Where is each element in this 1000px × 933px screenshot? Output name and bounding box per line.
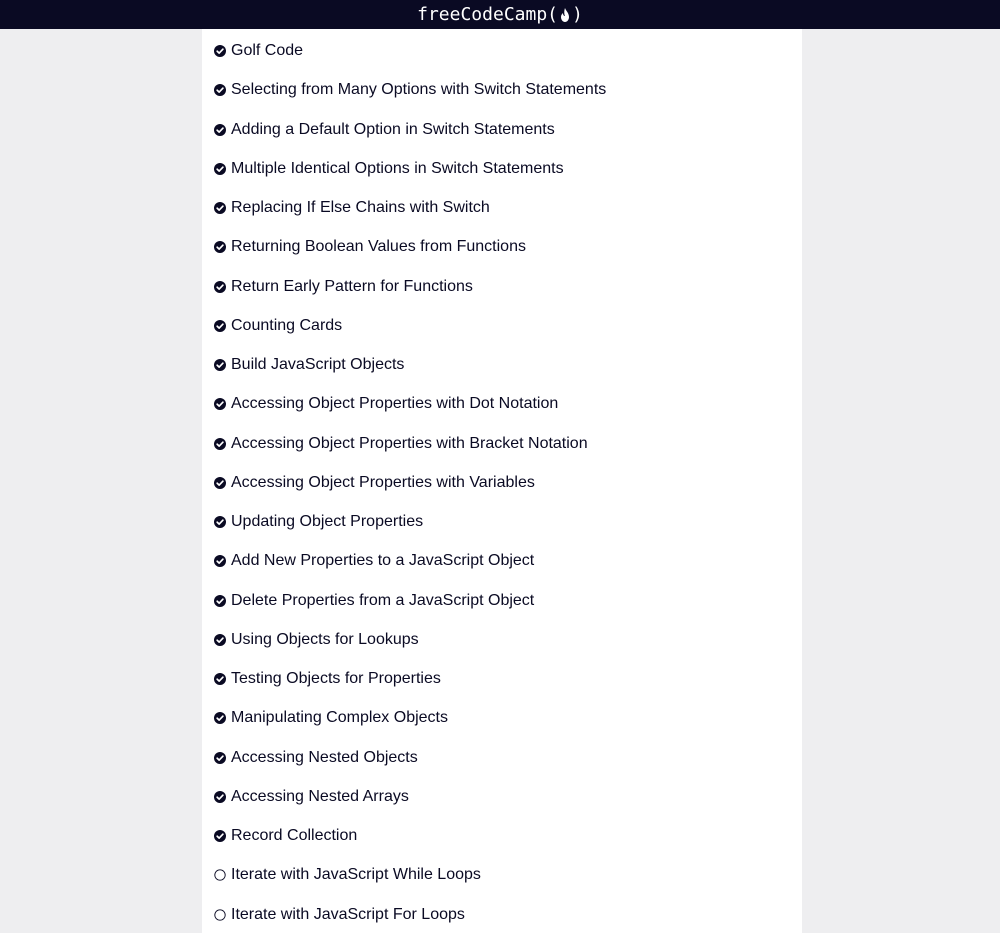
challenge-item[interactable]: Replacing If Else Chains with Switch bbox=[214, 196, 490, 220]
challenge-item[interactable]: Counting Cards bbox=[214, 314, 342, 338]
logo-text-left: freeCodeCamp( bbox=[417, 4, 559, 25]
challenge-item[interactable]: Accessing Object Properties with Dot Not… bbox=[214, 392, 558, 416]
challenge-title: Accessing Object Properties with Dot Not… bbox=[231, 395, 559, 412]
challenge-title: Accessing Nested Objects bbox=[231, 749, 418, 766]
check-circle-icon bbox=[214, 281, 226, 293]
challenge-title: Adding a Default Option in Switch Statem… bbox=[231, 121, 555, 138]
challenge-item[interactable]: Accessing Object Properties with Variabl… bbox=[214, 471, 535, 495]
challenge-list: Golf Code Selecting from Many Options wit… bbox=[202, 29, 802, 933]
challenge-title: Add New Properties to a JavaScript Objec… bbox=[231, 552, 535, 569]
check-circle-icon bbox=[214, 84, 226, 96]
check-circle-icon bbox=[214, 398, 226, 410]
challenge-item[interactable]: Iterate with JavaScript While Loops bbox=[214, 863, 481, 887]
challenge-title: Accessing Object Properties with Variabl… bbox=[231, 474, 535, 491]
challenge-title: Return Early Pattern for Functions bbox=[231, 278, 473, 295]
check-circle-icon bbox=[214, 555, 226, 567]
challenge-title: Replacing If Else Chains with Switch bbox=[231, 199, 490, 216]
check-circle-icon bbox=[214, 673, 226, 685]
challenge-title: Iterate with JavaScript While Loops bbox=[231, 866, 481, 883]
check-circle-icon bbox=[214, 45, 226, 57]
check-circle-icon bbox=[214, 516, 226, 528]
challenge-item[interactable]: Adding a Default Option in Switch Statem… bbox=[214, 118, 555, 142]
challenge-item[interactable]: Return Early Pattern for Functions bbox=[214, 275, 473, 299]
check-circle-icon bbox=[214, 202, 226, 214]
check-circle-icon bbox=[214, 124, 226, 136]
flame-icon bbox=[561, 7, 570, 22]
challenge-item[interactable]: Add New Properties to a JavaScript Objec… bbox=[214, 549, 534, 573]
challenge-title: Record Collection bbox=[231, 827, 358, 844]
challenge-item[interactable]: Golf Code bbox=[214, 39, 303, 63]
challenge-title: Returning Boolean Values from Functions bbox=[231, 238, 526, 255]
challenge-item[interactable]: Build JavaScript Objects bbox=[214, 353, 404, 377]
challenge-item[interactable]: Testing Objects for Properties bbox=[214, 667, 441, 691]
navbar: freeCodeCamp( ) bbox=[0, 0, 1000, 29]
challenge-title: Iterate with JavaScript For Loops bbox=[231, 906, 465, 923]
challenge-title: Manipulating Complex Objects bbox=[231, 709, 448, 726]
challenge-title: Selecting from Many Options with Switch … bbox=[231, 81, 607, 98]
empty-circle-icon bbox=[214, 909, 226, 921]
challenge-item[interactable]: Accessing Nested Arrays bbox=[214, 785, 409, 809]
challenge-item[interactable]: Accessing Nested Objects bbox=[214, 746, 418, 770]
challenge-item[interactable]: Iterate with JavaScript For Loops bbox=[214, 903, 465, 927]
check-circle-icon bbox=[214, 438, 226, 450]
challenge-item[interactable]: Accessing Object Properties with Bracket… bbox=[214, 432, 588, 456]
empty-circle-icon bbox=[214, 869, 226, 881]
challenge-item[interactable]: Record Collection bbox=[214, 824, 357, 848]
challenge-item[interactable]: Updating Object Properties bbox=[214, 510, 423, 534]
challenge-title: Counting Cards bbox=[231, 317, 343, 334]
logo-text-right: ) bbox=[572, 4, 583, 25]
challenge-item[interactable]: Using Objects for Lookups bbox=[214, 628, 419, 652]
check-circle-icon bbox=[214, 595, 226, 607]
check-circle-icon bbox=[214, 830, 226, 842]
challenge-item[interactable]: Selecting from Many Options with Switch … bbox=[214, 78, 606, 102]
challenge-item[interactable]: Returning Boolean Values from Functions bbox=[214, 235, 526, 259]
check-circle-icon bbox=[214, 320, 226, 332]
challenge-title: Multiple Identical Options in Switch Sta… bbox=[231, 160, 564, 177]
check-circle-icon bbox=[214, 359, 226, 371]
challenge-title: Testing Objects for Properties bbox=[231, 670, 441, 687]
challenge-title: Delete Properties from a JavaScript Obje… bbox=[231, 592, 535, 609]
challenge-item[interactable]: Manipulating Complex Objects bbox=[214, 706, 448, 730]
challenge-title: Golf Code bbox=[231, 42, 304, 59]
challenge-item[interactable]: Multiple Identical Options in Switch Sta… bbox=[214, 157, 564, 181]
challenge-title: Accessing Nested Arrays bbox=[231, 788, 409, 805]
check-circle-icon bbox=[214, 791, 226, 803]
challenge-title: Updating Object Properties bbox=[231, 513, 424, 530]
challenge-title: Build JavaScript Objects bbox=[231, 356, 405, 373]
freecodecamp-logo[interactable]: freeCodeCamp( ) bbox=[417, 4, 583, 25]
challenge-item[interactable]: Delete Properties from a JavaScript Obje… bbox=[214, 589, 534, 613]
check-circle-icon bbox=[214, 477, 226, 489]
challenge-title: Accessing Object Properties with Bracket… bbox=[231, 435, 588, 452]
check-circle-icon bbox=[214, 634, 226, 646]
check-circle-icon bbox=[214, 163, 226, 175]
check-circle-icon bbox=[214, 241, 226, 253]
challenge-title: Using Objects for Lookups bbox=[231, 631, 419, 648]
check-circle-icon bbox=[214, 712, 226, 724]
check-circle-icon bbox=[214, 752, 226, 764]
